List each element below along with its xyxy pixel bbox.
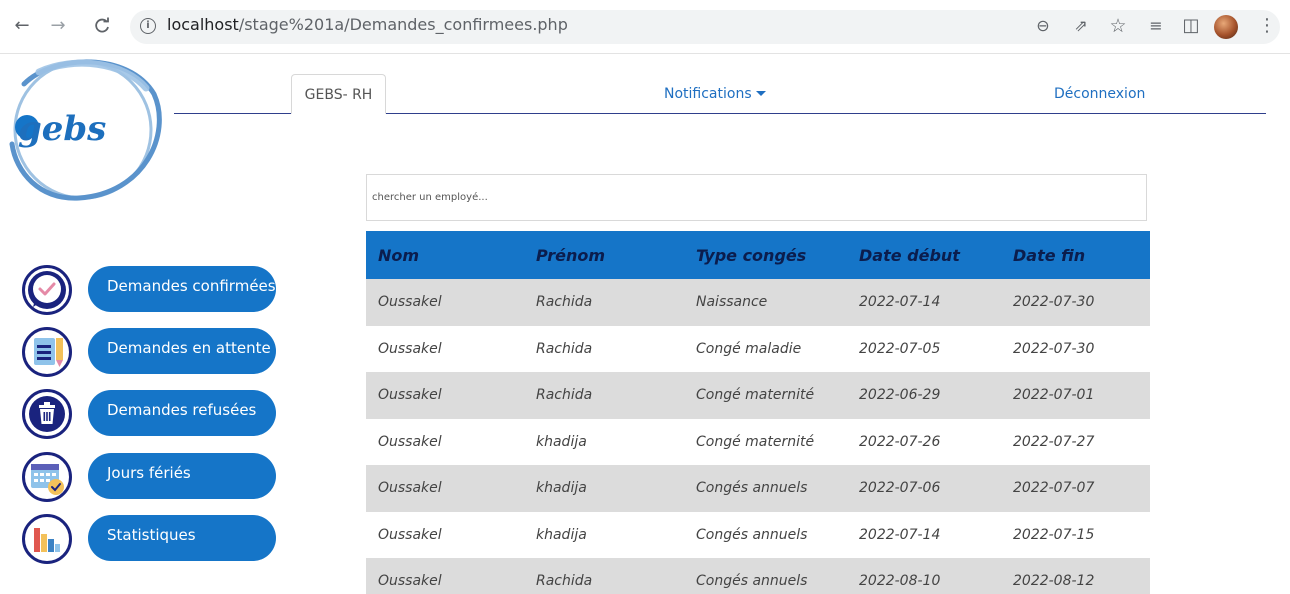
sidebar-item-label: Demandes en attente: [107, 339, 271, 357]
cell-prenom: Rachida: [524, 372, 684, 419]
cell-date-fin: 2022-07-07: [1001, 465, 1150, 512]
cell-nom: Oussakel: [366, 558, 524, 594]
back-arrow-icon[interactable]: ←: [10, 14, 34, 38]
reload-icon[interactable]: [90, 14, 114, 38]
employee-search-input[interactable]: [366, 174, 1147, 221]
cell-type-conges: Congé maladie: [684, 325, 847, 372]
cell-type-conges: Congés annuels: [684, 465, 847, 512]
cell-nom: Oussakel: [366, 372, 524, 419]
cell-type-conges: Congé maternité: [684, 372, 847, 419]
cell-nom: Oussakel: [366, 279, 524, 326]
url-text[interactable]: localhost/stage%201a/Demandes_confirmees…: [167, 15, 568, 34]
cell-prenom: Rachida: [524, 325, 684, 372]
cell-date-debut: 2022-07-14: [847, 279, 1001, 326]
cell-nom: Oussakel: [366, 418, 524, 465]
bar-chart-icon: [22, 514, 72, 564]
cell-date-debut: 2022-08-10: [847, 558, 1001, 594]
tab-gebs-rh[interactable]: GEBS- RH: [291, 74, 386, 114]
sidebar-item-confirmed[interactable]: Demandes confirmées: [22, 265, 278, 315]
url-path: /stage%201a/Demandes_confirmees.php: [238, 15, 568, 34]
cell-date-fin: 2022-07-01: [1001, 372, 1150, 419]
forward-arrow-icon[interactable]: →: [46, 14, 70, 38]
url-host: localhost: [167, 15, 239, 34]
table-row: Oussakel Rachida Congés annuels 2022-08-…: [366, 558, 1150, 594]
confirmed-requests-table: Nom Prénom Type congés Date début Date f…: [366, 231, 1150, 594]
cell-type-conges: Congés annuels: [684, 558, 847, 594]
table-row: Oussakel khadija Congé maternité 2022-07…: [366, 418, 1150, 465]
cell-type-conges: Congés annuels: [684, 511, 847, 558]
sidebar-button-pending[interactable]: Demandes en attente: [88, 328, 276, 374]
pending-document-icon: [22, 327, 72, 377]
cell-date-debut: 2022-07-26: [847, 418, 1001, 465]
cell-type-conges: Congé maternité: [684, 418, 847, 465]
cell-prenom: Rachida: [524, 279, 684, 326]
sidebar-item-label: Demandes confirmées: [107, 277, 276, 295]
cell-date-debut: 2022-07-14: [847, 511, 1001, 558]
caret-down-icon: [755, 90, 766, 96]
logout-link[interactable]: Déconnexion: [1054, 86, 1145, 102]
cell-prenom: khadija: [524, 418, 684, 465]
gebs-logo[interactable]: gebs: [4, 54, 172, 204]
table-row: Oussakel Rachida Naissance 2022-07-14 20…: [366, 279, 1150, 326]
cell-date-debut: 2022-07-06: [847, 465, 1001, 512]
sidebar-button-confirmed[interactable]: Demandes confirmées: [88, 266, 276, 312]
confirmed-chat-icon: [22, 265, 72, 315]
cell-prenom: khadija: [524, 511, 684, 558]
cell-prenom: Rachida: [524, 558, 684, 594]
sidebar-item-label: Jours fériés: [107, 464, 191, 482]
calendar-check-icon: [22, 452, 72, 502]
browser-menu-icon[interactable]: ⋮: [1256, 15, 1278, 37]
zoom-icon[interactable]: ⊖: [1032, 15, 1054, 37]
column-header-prenom[interactable]: Prénom: [524, 231, 684, 279]
column-header-nom[interactable]: Nom: [366, 231, 524, 279]
sidebar-item-refused[interactable]: Demandes refusées: [22, 389, 278, 439]
column-header-type-conges[interactable]: Type congés: [684, 231, 847, 279]
cell-date-fin: 2022-08-12: [1001, 558, 1150, 594]
cell-nom: Oussakel: [366, 325, 524, 372]
share-icon[interactable]: ⇗: [1070, 15, 1092, 37]
profile-avatar[interactable]: [1214, 15, 1238, 39]
table-row: Oussakel Rachida Congé maternité 2022-06…: [366, 372, 1150, 419]
notifications-dropdown[interactable]: Notifications: [664, 86, 766, 102]
cell-date-debut: 2022-07-05: [847, 325, 1001, 372]
column-header-date-debut[interactable]: Date début: [847, 231, 1001, 279]
browser-toolbar: ← → i localhost/stage%201a/Demandes_conf…: [0, 0, 1290, 54]
sidebar-item-label: Demandes refusées: [107, 401, 257, 419]
sidebar-button-holidays[interactable]: Jours fériés: [88, 453, 276, 499]
cell-type-conges: Naissance: [684, 279, 847, 326]
notifications-label: Notifications: [664, 86, 752, 102]
cell-nom: Oussakel: [366, 465, 524, 512]
cell-nom: Oussakel: [366, 511, 524, 558]
table-row: Oussakel khadija Congés annuels 2022-07-…: [366, 511, 1150, 558]
cell-date-fin: 2022-07-15: [1001, 511, 1150, 558]
trash-icon: [22, 389, 72, 439]
sidebar-item-pending[interactable]: Demandes en attente: [22, 327, 278, 377]
cell-date-fin: 2022-07-27: [1001, 418, 1150, 465]
table-row: Oussakel khadija Congés annuels 2022-07-…: [366, 465, 1150, 512]
sidebar-item-holidays[interactable]: Jours fériés: [22, 452, 278, 502]
sidebar-button-statistics[interactable]: Statistiques: [88, 515, 276, 561]
sidebar-item-statistics[interactable]: Statistiques: [22, 514, 278, 564]
table-row: Oussakel Rachida Congé maladie 2022-07-0…: [366, 325, 1150, 372]
column-header-date-fin[interactable]: Date fin: [1001, 231, 1150, 279]
sidebar-item-label: Statistiques: [107, 526, 196, 544]
site-info-icon[interactable]: i: [140, 18, 156, 34]
cell-date-debut: 2022-06-29: [847, 372, 1001, 419]
side-panel-icon[interactable]: ◫: [1180, 15, 1202, 37]
reading-list-icon[interactable]: ≡: [1145, 15, 1167, 37]
logo-text: gebs: [18, 109, 106, 149]
sidebar-button-refused[interactable]: Demandes refusées: [88, 390, 276, 436]
cell-date-fin: 2022-07-30: [1001, 325, 1150, 372]
cell-prenom: khadija: [524, 465, 684, 512]
bookmark-star-icon[interactable]: ☆: [1107, 15, 1129, 37]
cell-date-fin: 2022-07-30: [1001, 279, 1150, 326]
table-header-row: Nom Prénom Type congés Date début Date f…: [366, 231, 1150, 279]
